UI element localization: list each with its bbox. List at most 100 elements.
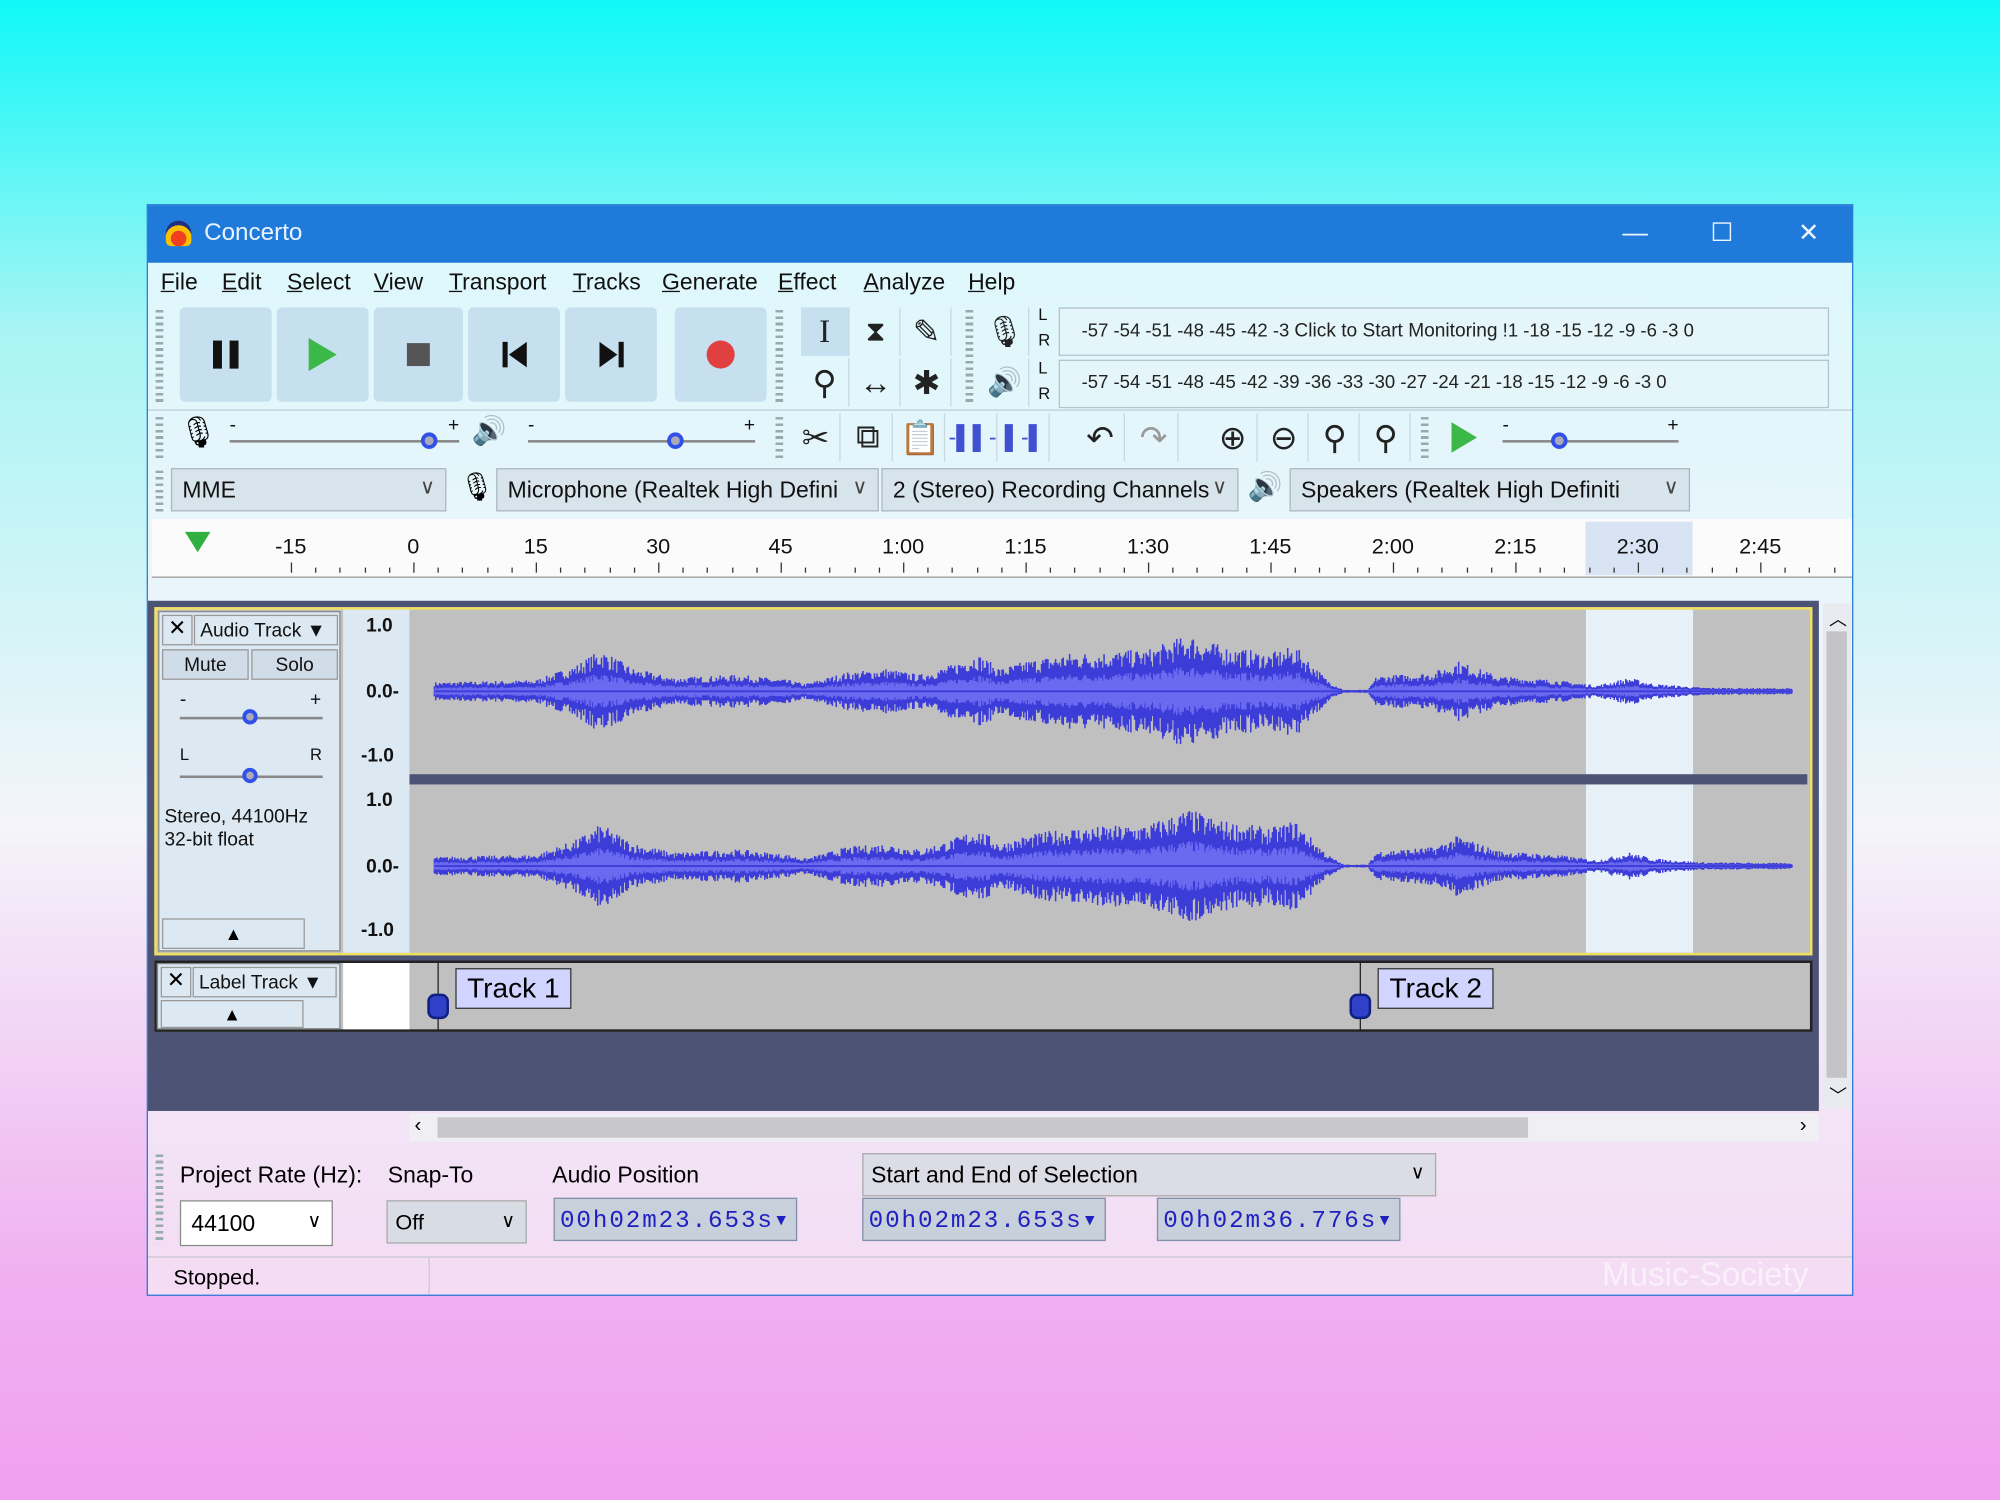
vertical-scrollbar[interactable]: ︿ ﹀ — [1822, 603, 1851, 1109]
output-device-select[interactable]: Speakers (Realtek High Definiti ∨ — [1289, 468, 1691, 512]
undo-button[interactable]: ↶ — [1077, 413, 1125, 462]
ruler-tick — [1613, 567, 1615, 573]
menu-tracks[interactable]: Tracks — [573, 269, 641, 296]
label-handle-icon[interactable] — [1349, 993, 1372, 1020]
project-rate-select[interactable]: 44100 ∨ — [179, 1200, 333, 1247]
collapse-track-button[interactable]: ▲ — [161, 918, 305, 949]
play-button[interactable] — [276, 307, 369, 402]
gain-slider[interactable] — [179, 709, 323, 725]
slider-thumb[interactable] — [1550, 432, 1567, 449]
toolbar-grip[interactable] — [1420, 417, 1429, 461]
status-bar: Stopped. Music-Society — [147, 1255, 1853, 1295]
skip-to-end-button[interactable] — [565, 307, 657, 402]
draw-tool[interactable]: ✎ — [903, 307, 952, 356]
toolbar-grip[interactable] — [155, 470, 164, 512]
selection-start-field[interactable]: 00h02m23.653s▾ — [862, 1197, 1106, 1242]
slider-thumb[interactable] — [421, 432, 438, 449]
toolbar-grip[interactable] — [965, 309, 974, 405]
menu-edit[interactable]: Edit — [222, 269, 262, 296]
slider-thumb[interactable] — [242, 767, 258, 784]
label-handle-icon[interactable] — [427, 993, 450, 1020]
scroll-right-icon[interactable]: › — [1800, 1115, 1807, 1138]
selection-mode-select[interactable]: Start and End of Selection ∨ — [862, 1153, 1437, 1197]
redo-button[interactable]: ↷ — [1130, 413, 1179, 462]
scrollbar-thumb[interactable] — [1826, 631, 1847, 1078]
menu-transport[interactable]: Transport — [449, 269, 546, 296]
toolbar-grip[interactable] — [155, 417, 164, 461]
menu-help[interactable]: Help — [968, 269, 1015, 296]
scroll-down-icon[interactable]: ﹀ — [1829, 1083, 1847, 1109]
play-speed-slider[interactable]: - + — [1502, 415, 1679, 453]
meter-ticks: -57 -54 -51 -48 -45 -42 -39 -36 -33 -30 … — [1081, 372, 1667, 393]
playback-volume-slider[interactable]: - + — [528, 415, 756, 453]
toolbar-grip[interactable] — [155, 309, 164, 405]
audio-position-field[interactable]: 00h02m23.653s▾ — [553, 1197, 797, 1242]
zoom-out-button[interactable]: ⊖ — [1260, 413, 1309, 462]
copy-button[interactable]: ⧉ — [844, 413, 893, 462]
track-name-menu[interactable]: Label Track ▼ — [192, 966, 337, 998]
scroll-left-icon[interactable]: ‹ — [415, 1115, 422, 1138]
maximize-button[interactable]: ☐ — [1696, 216, 1747, 252]
zoom-tool[interactable]: ⚲ — [801, 358, 850, 407]
scroll-up-icon[interactable]: ︿ — [1829, 606, 1847, 632]
label-text[interactable]: Track 1 — [455, 968, 572, 1009]
selection-tool[interactable]: I — [801, 307, 850, 356]
play-at-speed-button[interactable] — [1440, 415, 1488, 461]
menu-view[interactable]: View — [374, 269, 423, 296]
channels-select[interactable]: 2 (Stereo) Recording Channels ∨ — [881, 468, 1239, 512]
play-head-icon[interactable] — [184, 531, 211, 553]
input-device-select[interactable]: Microphone (Realtek High Defini ∨ — [496, 468, 879, 512]
playback-meter[interactable]: -57 -54 -51 -48 -45 -42 -39 -36 -33 -30 … — [1058, 359, 1830, 409]
track-name-menu[interactable]: Audio Track ▼ — [193, 614, 339, 646]
multi-tool[interactable]: ✱ — [903, 358, 952, 407]
menu-generate[interactable]: Generate — [662, 269, 758, 296]
collapse-track-button[interactable]: ▲ — [160, 999, 304, 1029]
record-button[interactable] — [674, 307, 767, 402]
pan-slider[interactable] — [179, 767, 323, 784]
time-shift-tool[interactable]: ↔ — [852, 358, 901, 407]
fit-project-button[interactable]: ⚲ — [1362, 413, 1411, 462]
label-track: ✕ Label Track ▼ ▲ Track 1 Track 2 — [154, 960, 1813, 1032]
record-meter[interactable]: -57 -54 -51 -48 -45 -42 -3 Click to Star… — [1058, 307, 1830, 356]
pause-button[interactable] — [179, 307, 272, 402]
paste-button[interactable]: 📋 — [897, 413, 946, 462]
menu-analyze[interactable]: Analyze — [864, 269, 946, 296]
stop-button[interactable] — [373, 307, 464, 402]
selection-end-field[interactable]: 00h02m36.776s▾ — [1156, 1197, 1401, 1242]
solo-button[interactable]: Solo — [251, 649, 339, 680]
timeline-ruler[interactable]: -15 0 15 30 45 1:00 1:15 1:30 1:45 2:00 2:15 2:30 2:… — [151, 519, 1853, 578]
menu-select[interactable]: Select — [287, 269, 351, 296]
close-button[interactable]: ✕ — [1783, 216, 1834, 252]
close-track-button[interactable]: ✕ — [160, 966, 192, 998]
minimize-button[interactable]: — — [1610, 216, 1661, 252]
waveform[interactable] — [409, 609, 1808, 953]
start-monitoring-prompt[interactable]: Click to Start Monitoring — [1294, 320, 1497, 342]
scrollbar-thumb[interactable] — [437, 1117, 1529, 1138]
slider-thumb[interactable] — [242, 709, 258, 725]
horizontal-scrollbar[interactable]: ‹ › — [409, 1113, 1819, 1142]
ruler-tick — [290, 562, 293, 573]
close-track-button[interactable]: ✕ — [161, 614, 193, 646]
menu-file[interactable]: File — [161, 269, 198, 296]
meter-L: L — [1038, 358, 1048, 378]
fit-selection-button[interactable]: ⚲ — [1311, 413, 1360, 462]
menu-effect[interactable]: Effect — [778, 269, 836, 296]
envelope-tool[interactable]: ⧗ — [852, 307, 901, 356]
recording-volume-slider[interactable]: - + — [229, 415, 460, 453]
label-text[interactable]: Track 2 — [1378, 968, 1494, 1009]
trim-audio-button[interactable]: -▌▌- — [949, 413, 998, 462]
toolbar-grip[interactable] — [775, 309, 784, 405]
skip-to-start-button[interactable] — [468, 307, 560, 402]
record-meter-mic-icon[interactable]: 🎙 — [981, 307, 1030, 356]
cut-button[interactable]: ✂ — [792, 413, 841, 462]
slider-thumb[interactable] — [666, 432, 684, 449]
snap-to-select[interactable]: Off ∨ — [386, 1200, 527, 1244]
ruler-tick — [437, 567, 440, 573]
mute-button[interactable]: Mute — [161, 649, 249, 680]
zoom-in-button[interactable]: ⊕ — [1209, 413, 1258, 462]
audio-host-select[interactable]: MME ∨ — [170, 468, 447, 512]
toolbar-grip[interactable] — [155, 1154, 164, 1244]
play-meter-speaker-icon[interactable]: 🔊 — [981, 358, 1030, 407]
toolbar-grip[interactable] — [775, 417, 784, 461]
silence-audio-button[interactable]: ▌-▌ — [1001, 413, 1050, 462]
